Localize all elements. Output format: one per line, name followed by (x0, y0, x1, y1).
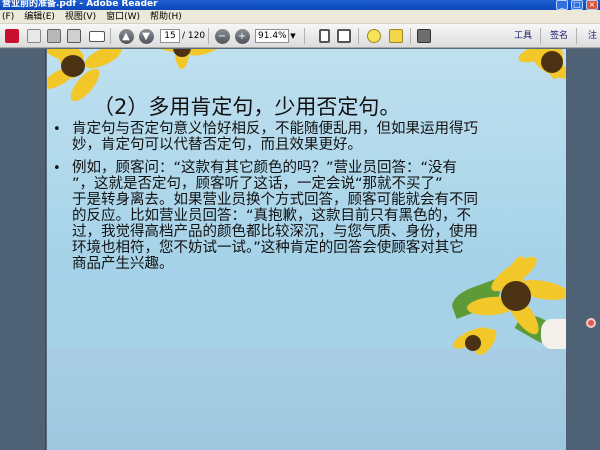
print-icon (67, 29, 81, 43)
save-button[interactable] (46, 28, 62, 44)
book-pages-decoration (541, 319, 566, 349)
window-controls: _ □ × (556, 0, 598, 10)
email-button[interactable] (88, 28, 106, 44)
email-icon (89, 30, 105, 42)
toolbar-divider (304, 28, 305, 44)
arrow-down-icon: ▼ (138, 28, 154, 44)
slide-heading: （2）多用肯定句，少用否定句。 (93, 95, 401, 119)
fit-width-button[interactable] (316, 28, 332, 44)
paragraph-line: 环境也相符，您不妨试一试。”这种肯定的回答会使顾客对其它 (72, 240, 464, 256)
next-page-button[interactable]: ▼ (138, 28, 154, 44)
highlight-button[interactable] (388, 28, 404, 44)
pdf-page: （2）多用肯定句，少用否定句。 • 肯定句与否定句意义恰好相反，不能随便乱用，但… (47, 49, 566, 450)
menu-file[interactable]: (F) (2, 10, 14, 23)
window-title-bar: 营业前的准备.pdf - Adobe Reader _ □ × (0, 0, 600, 10)
restore-button[interactable]: □ (571, 0, 583, 10)
menu-bar: (F) 编辑(E) 视图(V) 窗口(W) 帮助(H) (0, 10, 600, 24)
close-button[interactable]: × (586, 0, 598, 10)
save-icon (47, 29, 61, 43)
tools-button[interactable]: 工具 (514, 29, 532, 43)
fit-width-icon (318, 29, 330, 43)
paragraph-line: 过，我觉得高档产品的颜色都比较深沉，与您气质、身份，使用 (72, 224, 478, 240)
menu-view[interactable]: 视图(V) (65, 10, 96, 23)
expand-button[interactable] (416, 28, 432, 44)
paragraph-line: 商品产生兴趣。 (72, 256, 174, 272)
page-number-input[interactable]: 15 (160, 29, 180, 43)
chevron-down-icon[interactable]: ▼ (289, 29, 297, 43)
create-pdf-icon (5, 29, 19, 43)
document-background (566, 49, 600, 450)
previous-page-button[interactable]: ▲ (118, 28, 134, 44)
arrow-up-icon: ▲ (118, 28, 134, 44)
speech-bubble-icon (367, 29, 381, 43)
toolbar-divider (410, 28, 411, 44)
toolbar-divider (110, 28, 111, 44)
navigation-pane (0, 49, 46, 450)
page-total: / 120 (182, 31, 206, 41)
bullet-icon: • (53, 161, 61, 176)
zoom-in-button[interactable]: + (234, 28, 250, 44)
toolbar-divider (358, 28, 359, 44)
menu-help[interactable]: 帮助(H) (150, 10, 182, 23)
paragraph-line: 例如，顾客问：“这款有其它颜色的吗？”营业员回答：“没有 (72, 160, 458, 176)
zoom-level-input[interactable]: 91.4% (255, 29, 289, 43)
window-title: 营业前的准备.pdf - Adobe Reader (2, 0, 158, 9)
minimize-button[interactable]: _ (556, 0, 568, 10)
toolbar-divider (208, 28, 209, 44)
flower-decoration (586, 318, 596, 328)
create-pdf-button[interactable] (4, 28, 20, 44)
comment-panel-button[interactable]: 注 (588, 29, 597, 43)
slide-bottom-band (47, 349, 566, 450)
highlighter-icon (389, 29, 403, 43)
toolbar-divider (540, 28, 541, 44)
plus-icon: + (234, 28, 250, 44)
bullet-icon: • (53, 122, 61, 137)
minus-icon: − (214, 28, 230, 44)
comment-button[interactable] (366, 28, 382, 44)
paragraph-line: ”，这就是否定句，顾客听了这话，一定会说“那就不买了” (72, 176, 443, 192)
zoom-out-button[interactable]: − (214, 28, 230, 44)
menu-window[interactable]: 窗口(W) (106, 10, 140, 23)
fit-page-button[interactable] (336, 28, 352, 44)
expand-icon (417, 29, 431, 43)
print-button[interactable] (66, 28, 82, 44)
toolbar: ▲ ▼ 15 / 120 − + 91.4% ▼ 工具 签名 注 (0, 24, 600, 48)
edit-icon (27, 29, 41, 43)
edit-button[interactable] (26, 28, 42, 44)
paragraph-line: 的反应。比如营业员回答：“真抱歉，这款目前只有黑色的，不 (72, 208, 472, 224)
paragraph-line: 于是转身离去。如果营业员换个方式回答，顾客可能就会有不同 (72, 192, 478, 208)
sign-button[interactable]: 签名 (550, 29, 568, 43)
paragraph-line: 妙，肯定句可以代替否定句，而且效果更好。 (72, 137, 362, 153)
paragraph-line: 肯定句与否定句意义恰好相反，不能随便乱用，但如果运用得巧 (72, 121, 478, 137)
fit-page-icon (337, 29, 351, 43)
menu-edit[interactable]: 编辑(E) (24, 10, 55, 23)
toolbar-divider (576, 28, 577, 44)
